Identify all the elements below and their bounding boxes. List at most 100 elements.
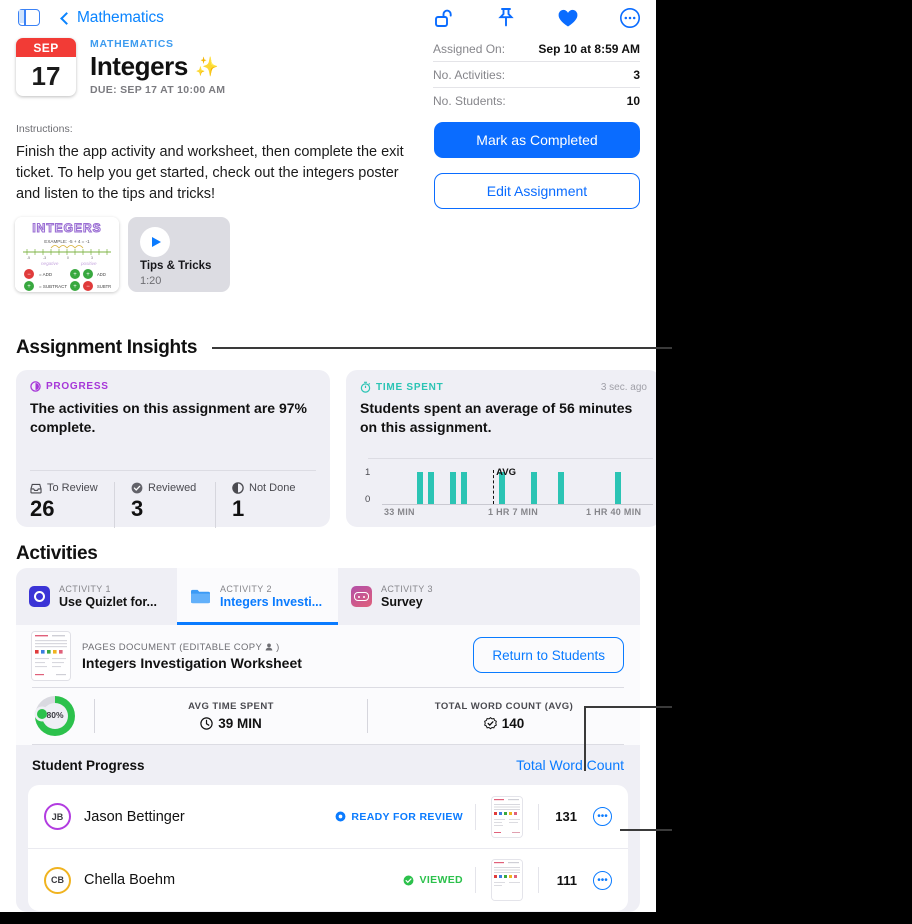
activity-tabs: ACTIVITY 1 Use Quizlet for... ACTIVITY 2… xyxy=(16,568,640,625)
total-word-count-sort-link[interactable]: Total Word Count xyxy=(516,757,624,773)
meta-row: No. Activities: 3 xyxy=(433,62,640,88)
mark-as-completed-label: Mark as Completed xyxy=(476,132,598,148)
y-tick: 0 xyxy=(365,494,371,505)
stat-label-text: Not Done xyxy=(249,482,296,494)
edit-assignment-label: Edit Assignment xyxy=(486,183,588,199)
ready-dot-icon xyxy=(335,811,346,822)
stat-value: 26 xyxy=(30,496,55,521)
chart-bar xyxy=(460,472,467,504)
word-count: 111 xyxy=(556,872,577,888)
callout-line-wordcount-top xyxy=(584,706,672,708)
tab-activity-3[interactable]: ACTIVITY 3 Survey xyxy=(338,568,499,625)
subject-label: MATHEMATICS xyxy=(90,38,174,50)
mark-as-completed-button[interactable]: Mark as Completed xyxy=(434,122,640,158)
svg-text:+: + xyxy=(73,284,77,290)
document-kicker-text: PAGES DOCUMENT (EDITABLE COPY xyxy=(82,641,263,653)
meta-value: 3 xyxy=(633,67,640,82)
chart-bar xyxy=(531,472,538,504)
page-title-text: Integers xyxy=(90,51,188,81)
svg-text:−: − xyxy=(86,284,90,290)
document-kicker-suffix: ) xyxy=(276,641,280,653)
progress-statement: The activities on this assignment are 97… xyxy=(30,400,307,435)
survey-app-icon xyxy=(351,586,372,607)
page-title: Integers ✨ xyxy=(90,51,219,82)
activities-heading: Activities xyxy=(16,543,98,564)
progress-insight-card[interactable]: PROGRESS The activities on this assignme… xyxy=(16,370,330,528)
stat-label: Not Done xyxy=(232,482,316,494)
badge-check-icon xyxy=(483,717,497,730)
sidebar-toggle-icon[interactable] xyxy=(18,9,40,26)
tab-activity-2[interactable]: ACTIVITY 2 Integers Investi... xyxy=(177,568,338,625)
tab-name: Survey xyxy=(381,595,423,609)
more-options-icon[interactable]: ••• xyxy=(593,807,612,826)
tab-kicker: ACTIVITY 3 xyxy=(381,584,433,594)
stat-label: Reviewed xyxy=(131,482,215,494)
metric-value-wrap: 39 MIN xyxy=(95,716,367,731)
student-name: Jason Bettinger xyxy=(84,808,185,825)
heart-icon[interactable] xyxy=(556,6,580,30)
student-progress-header: Student Progress Total Word Count xyxy=(16,745,640,785)
student-name: Chella Boehm xyxy=(84,872,176,888)
clock-icon xyxy=(200,717,213,730)
more-options-icon[interactable] xyxy=(618,6,642,30)
svg-text:positive: positive xyxy=(80,261,97,266)
pin-icon[interactable] xyxy=(494,6,518,30)
folder-icon xyxy=(190,586,211,607)
student-work-thumbnail[interactable] xyxy=(492,796,522,837)
time-spent-insight-card[interactable]: TIME SPENT 3 sec. ago Students spent an … xyxy=(346,370,656,527)
metric-value-wrap: 140 xyxy=(368,716,640,731)
tab-activity-1[interactable]: ACTIVITY 1 Use Quizlet for... xyxy=(16,568,177,625)
meta-key: Assigned On: xyxy=(433,41,506,56)
integers-poster-thumbnail[interactable]: INTEGERS EXAMPLE: -5 + 4 = -1 -5 -3 0 3 … xyxy=(15,217,119,292)
progress-kicker-label: PROGRESS xyxy=(46,381,109,392)
svg-text:negative: negative xyxy=(41,261,59,266)
return-to-students-button[interactable]: Return to Students xyxy=(473,637,624,673)
time-spent-timestamp: 3 sec. ago xyxy=(600,382,647,393)
svg-text:= ADD: = ADD xyxy=(39,272,53,277)
student-progress-title: Student Progress xyxy=(32,757,145,773)
due-date-day: 17 xyxy=(31,61,61,91)
document-kicker: PAGES DOCUMENT (EDITABLE COPY ) xyxy=(82,642,302,653)
edit-assignment-button[interactable]: Edit Assignment xyxy=(434,173,640,209)
stat-value: 3 xyxy=(131,496,144,521)
document-name: Integers Investigation Worksheet xyxy=(82,654,302,671)
svg-text:+: + xyxy=(86,272,90,278)
tips-and-tricks-audio-card[interactable]: Tips & Tricks 1:20 xyxy=(128,217,230,292)
play-icon[interactable] xyxy=(140,227,170,257)
audio-duration: 1:20 xyxy=(140,275,162,287)
x-tick: 33 MIN xyxy=(384,507,415,517)
tab-kicker: ACTIVITY 2 xyxy=(220,584,272,594)
chevron-left-icon xyxy=(60,11,73,25)
svg-text:+: + xyxy=(27,284,31,290)
stat-label: To Review xyxy=(30,482,114,494)
stat-value: 1 xyxy=(232,496,245,521)
avg-annotation-line xyxy=(493,470,495,504)
meta-value: Sep 10 at 8:59 AM xyxy=(538,41,640,56)
activity-metrics: 80% AVG TIME SPENT 39 MIN TOTAL WORD COU… xyxy=(16,688,640,744)
document-row: PAGES DOCUMENT (EDITABLE COPY ) Integers… xyxy=(16,625,640,687)
svg-text:0: 0 xyxy=(67,256,69,260)
half-circle-icon xyxy=(232,482,244,494)
status-badge: VIEWED xyxy=(403,874,463,886)
table-row[interactable]: CB Chella Boehm VIEWED 111 ••• xyxy=(28,848,628,911)
content-pane: Mathematics SEP 17 MATHEMATICS Integers … xyxy=(0,0,656,912)
svg-text:EXAMPLE: -5 + 4 = -1: EXAMPLE: -5 + 4 = -1 xyxy=(44,239,90,244)
metric-avg-time-spent: AVG TIME SPENT 39 MIN xyxy=(95,701,367,731)
chart-bar xyxy=(449,472,456,504)
progress-kicker: PROGRESS xyxy=(30,381,109,392)
check-circle-icon xyxy=(131,482,143,494)
more-options-icon[interactable]: ••• xyxy=(593,870,612,890)
table-row[interactable]: JB Jason Bettinger READY FOR REVIEW 131 … xyxy=(28,785,628,848)
due-label: DUE: SEP 17 AT 10:00 AM xyxy=(90,84,226,96)
svg-text:−: − xyxy=(27,272,31,278)
inbox-icon xyxy=(30,483,42,493)
unlock-icon[interactable] xyxy=(432,6,456,30)
back-to-mathematics-button[interactable]: Mathematics xyxy=(60,9,164,27)
document-thumbnail[interactable] xyxy=(32,632,70,680)
chart-bar xyxy=(428,472,435,504)
due-date-chip: SEP 17 xyxy=(16,38,76,96)
instructions-body: Finish the app activity and worksheet, t… xyxy=(16,144,404,202)
stat-label-text: To Review xyxy=(47,482,98,494)
metric-value: 140 xyxy=(501,716,525,731)
student-work-thumbnail[interactable] xyxy=(492,860,522,900)
